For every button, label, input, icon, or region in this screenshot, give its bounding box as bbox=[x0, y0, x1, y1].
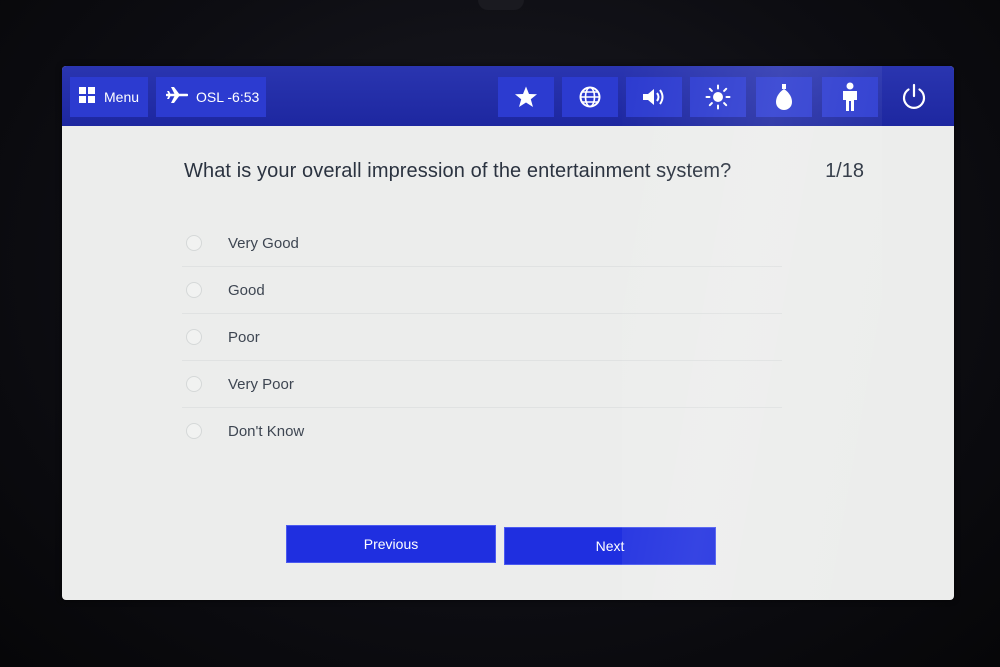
top-bar: Menu OSL -6:53 bbox=[62, 66, 954, 126]
option-label: Poor bbox=[228, 328, 260, 346]
attendant-call-button[interactable] bbox=[822, 77, 878, 117]
star-icon bbox=[514, 85, 538, 109]
favorites-button[interactable] bbox=[498, 77, 554, 117]
option-label: Very Poor bbox=[228, 375, 294, 393]
globe-icon bbox=[578, 85, 602, 109]
option-very-good[interactable]: Very Good bbox=[182, 220, 782, 267]
option-poor[interactable]: Poor bbox=[182, 314, 782, 361]
language-button[interactable] bbox=[562, 77, 618, 117]
option-label: Good bbox=[228, 281, 265, 299]
power-button[interactable] bbox=[886, 77, 942, 117]
survey-question: What is your overall impression of the e… bbox=[184, 160, 732, 182]
brightness-icon bbox=[705, 84, 731, 110]
radio-button[interactable] bbox=[186, 423, 202, 439]
flight-time-label: OSL -6:53 bbox=[196, 89, 260, 105]
option-very-poor[interactable]: Very Poor bbox=[182, 361, 782, 408]
reading-light-button[interactable] bbox=[756, 77, 812, 117]
radio-button[interactable] bbox=[186, 329, 202, 345]
option-label: Very Good bbox=[228, 234, 299, 252]
radio-button[interactable] bbox=[186, 376, 202, 392]
option-good[interactable]: Good bbox=[182, 267, 782, 314]
attendant-call-icon bbox=[840, 82, 860, 112]
device-bezel: Menu OSL -6:53 What is your overall impr… bbox=[0, 0, 1000, 667]
volume-icon bbox=[641, 86, 667, 108]
answer-options: Very Good Good Poor Very Poor Don't Know bbox=[182, 220, 782, 454]
radio-button[interactable] bbox=[186, 235, 202, 251]
menu-label: Menu bbox=[104, 89, 140, 105]
question-counter: 1/18 bbox=[825, 160, 864, 182]
menu-button[interactable]: Menu bbox=[70, 77, 148, 117]
next-button[interactable]: Next bbox=[504, 527, 716, 565]
radio-button[interactable] bbox=[186, 282, 202, 298]
power-icon bbox=[900, 83, 928, 111]
option-dont-know[interactable]: Don't Know bbox=[182, 408, 782, 454]
ife-screen: Menu OSL -6:53 What is your overall impr… bbox=[62, 66, 954, 600]
previous-button[interactable]: Previous bbox=[286, 525, 496, 563]
airplane-icon bbox=[165, 85, 189, 110]
light-bulb-icon bbox=[773, 83, 795, 111]
option-label: Don't Know bbox=[228, 422, 305, 440]
camera-notch bbox=[478, 0, 524, 10]
grid-icon bbox=[78, 86, 96, 109]
brightness-button[interactable] bbox=[690, 77, 746, 117]
flight-info-button[interactable]: OSL -6:53 bbox=[156, 77, 266, 117]
volume-button[interactable] bbox=[626, 77, 682, 117]
